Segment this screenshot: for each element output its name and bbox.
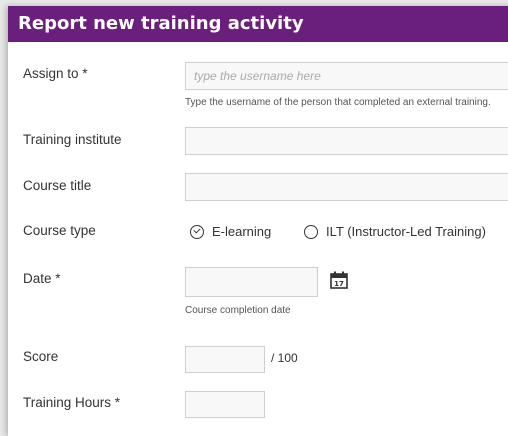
calendar-icon[interactable]: 17: [330, 271, 348, 289]
course-title-label: Course title: [23, 178, 92, 193]
radio-e-learning-label: E-learning: [212, 224, 272, 239]
date-field[interactable]: [185, 267, 318, 297]
radio-unchecked-icon: [304, 224, 318, 239]
training-institute-input[interactable]: [186, 128, 508, 154]
course-title-field[interactable]: [185, 173, 508, 201]
assign-to-label: Assign to *: [23, 66, 88, 81]
score-label: Score: [23, 349, 59, 364]
radio-ilt-label: ILT (Instructor-Led Training): [326, 224, 486, 239]
score-field[interactable]: [185, 346, 265, 373]
modal-title: Report new training activity: [8, 6, 508, 42]
date-label: Date *: [23, 271, 61, 286]
training-hours-input[interactable]: [186, 392, 264, 417]
assign-to-field[interactable]: [185, 62, 508, 90]
score-max-label: / 100: [271, 351, 298, 365]
course-title-input[interactable]: [186, 174, 508, 200]
assign-to-help: Type the username of the person that com…: [185, 97, 491, 108]
training-hours-label: Training Hours *: [23, 395, 121, 410]
date-input[interactable]: [186, 268, 317, 296]
training-institute-label: Training institute: [23, 132, 122, 147]
radio-checked-icon: [190, 224, 204, 239]
training-hours-field[interactable]: [185, 391, 265, 418]
radio-ilt[interactable]: ILT (Instructor-Led Training): [304, 224, 486, 239]
assign-to-input[interactable]: [186, 63, 508, 89]
radio-e-learning[interactable]: E-learning: [190, 224, 271, 239]
date-help: Course completion date: [185, 305, 291, 316]
training-institute-field[interactable]: [185, 127, 508, 155]
course-type-label: Course type: [23, 223, 96, 238]
report-training-modal: Report new training activity Assign to *…: [8, 6, 508, 436]
score-input[interactable]: [186, 347, 264, 372]
calendar-day-number: 17: [334, 280, 344, 288]
